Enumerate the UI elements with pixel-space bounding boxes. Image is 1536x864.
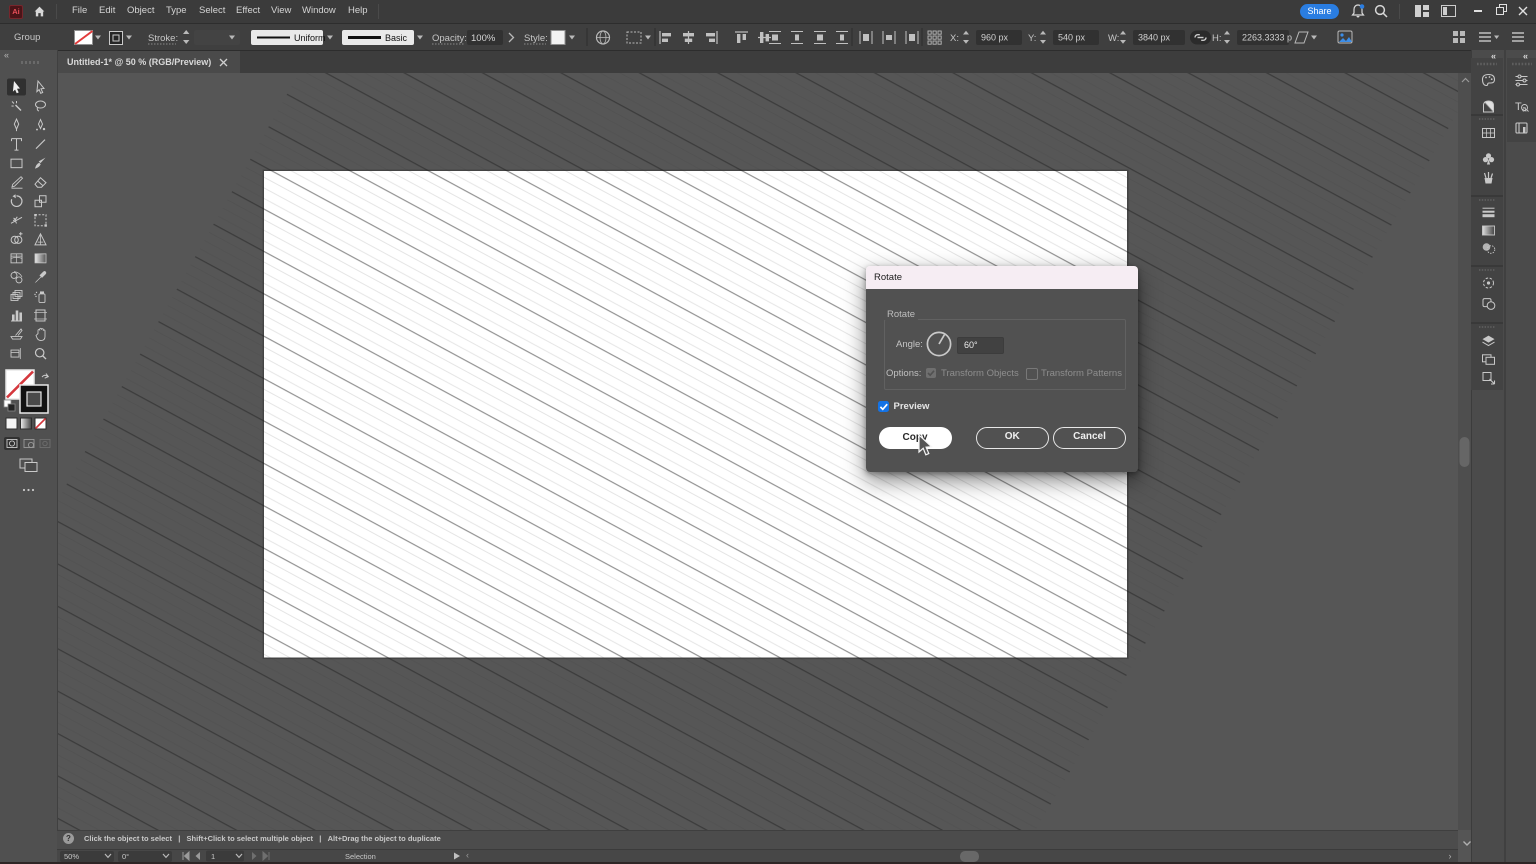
svg-text:Style:: Style:: [524, 33, 548, 44]
svg-text:Stroke:: Stroke:: [148, 33, 178, 44]
svg-text:540 px: 540 px: [1058, 33, 1086, 43]
svg-text:a: a: [1522, 105, 1527, 114]
svg-text:100%: 100%: [471, 33, 496, 44]
svg-text:W:: W:: [1108, 33, 1119, 44]
svg-text:X:: X:: [950, 33, 959, 44]
svg-text:«: «: [1523, 51, 1528, 61]
svg-text:Y:: Y:: [1028, 33, 1036, 44]
svg-text:1: 1: [211, 852, 215, 861]
svg-text:Uniform: Uniform: [294, 33, 326, 43]
svg-text:960 px: 960 px: [981, 33, 1009, 43]
svg-text:2263.3333 p: 2263.3333 p: [1242, 33, 1292, 43]
svg-text:H:: H:: [1212, 33, 1222, 44]
svg-text:Opacity:: Opacity:: [432, 33, 467, 44]
svg-text:Basic: Basic: [385, 33, 408, 43]
svg-text:«: «: [1491, 51, 1496, 61]
svg-text:T: T: [1515, 101, 1522, 113]
svg-text:3840 px: 3840 px: [1138, 33, 1171, 43]
